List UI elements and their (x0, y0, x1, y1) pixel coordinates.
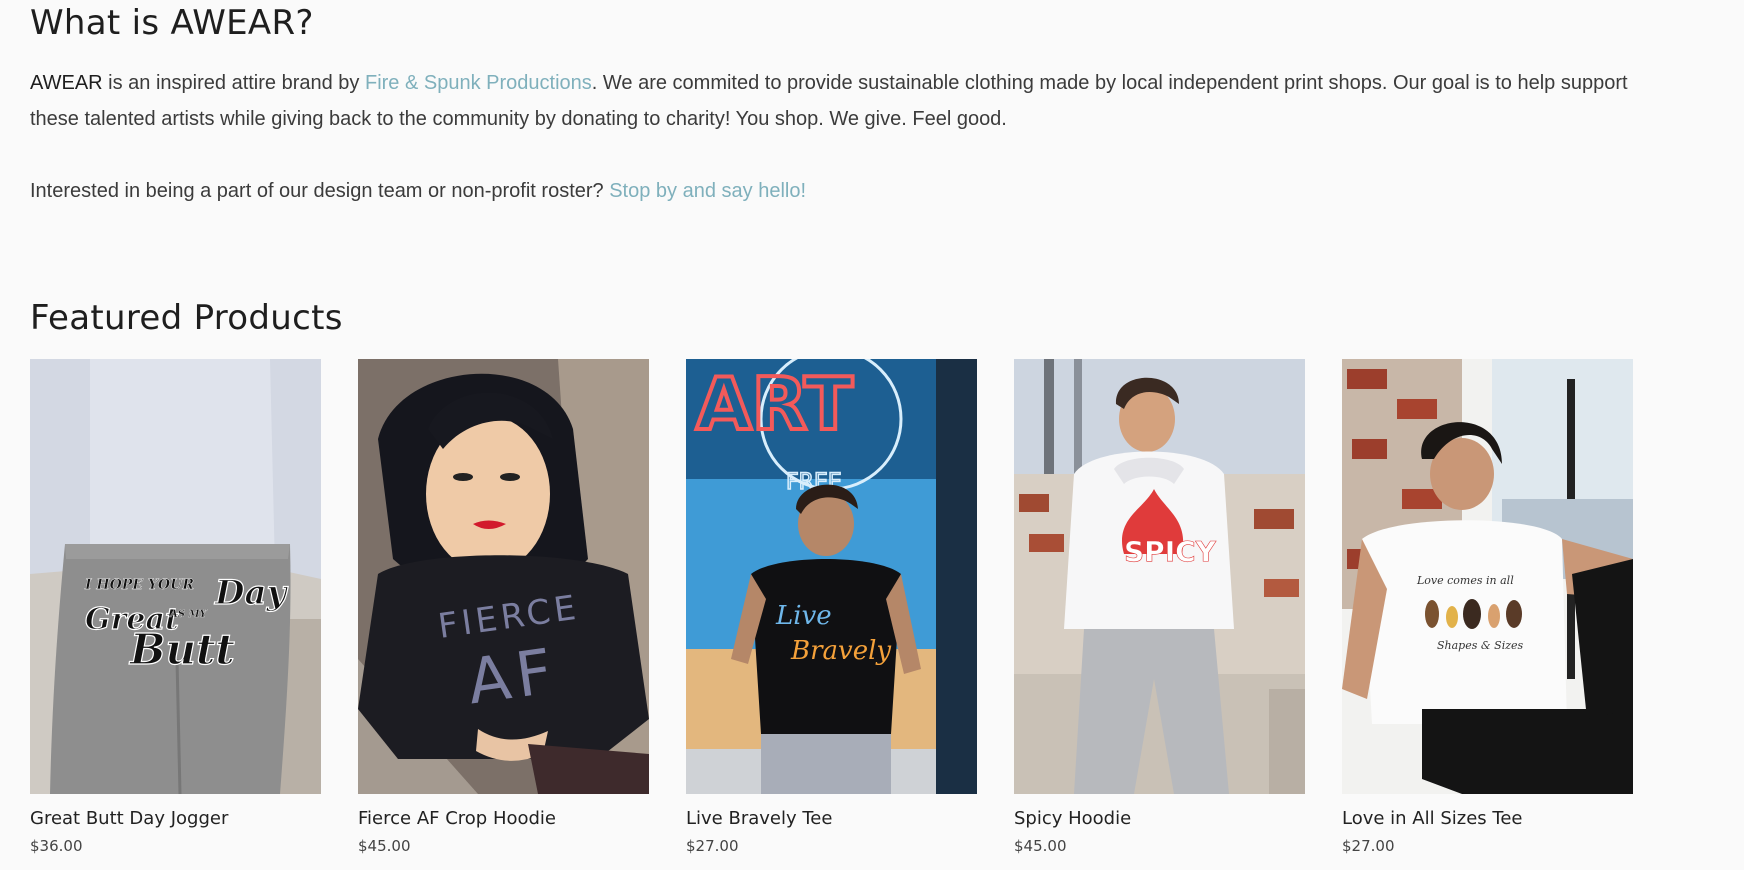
product-grid: I HOPE YOUR Day Great AS MY Butt Great B… (30, 359, 1633, 856)
product-name[interactable]: Fierce AF Crop Hoodie (358, 806, 649, 832)
product-price: $27.00 (1342, 837, 1395, 855)
product-name[interactable]: Great Butt Day Jogger (30, 806, 321, 832)
product-card[interactable]: Love comes in all Shapes & Sizes Love in… (1342, 359, 1633, 856)
svg-text:AS MY: AS MY (169, 609, 208, 620)
contact-link[interactable]: Stop by and say hello! (609, 180, 806, 202)
product-name[interactable]: Live Bravely Tee (686, 806, 977, 832)
product-image[interactable]: I HOPE YOUR Day Great AS MY Butt (30, 359, 321, 794)
svg-text:Butt: Butt (129, 625, 235, 674)
product-image[interactable]: SPICY (1014, 359, 1305, 794)
svg-text:Love comes in all: Love comes in all (1416, 574, 1514, 587)
join-question: Interested in being a part of our design… (30, 180, 610, 202)
product-image[interactable]: FIERCE AF (358, 359, 649, 794)
tee-photo: ART FREE Live Bravely (686, 359, 977, 794)
love-tee-photo: Love comes in all Shapes & Sizes (1342, 359, 1633, 794)
about-section: What is AWEAR? AWEAR is an inspired atti… (30, 0, 1670, 209)
svg-text:Bravely: Bravely (790, 636, 891, 666)
svg-text:I HOPE YOUR: I HOPE YOUR (84, 577, 194, 593)
neon-sign: ART (696, 362, 853, 446)
product-card[interactable]: SPICY Spicy Hoodie $45.00 (1014, 359, 1305, 856)
about-title: What is AWEAR? (30, 3, 314, 43)
svg-text:Live: Live (775, 601, 832, 631)
spicy-photo: SPICY (1014, 359, 1305, 794)
product-image[interactable]: ART FREE Live Bravely (686, 359, 977, 794)
product-price: $27.00 (686, 837, 739, 855)
page: What is AWEAR? AWEAR is an inspired atti… (0, 0, 1744, 870)
product-image[interactable]: Love comes in all Shapes & Sizes (1342, 359, 1633, 794)
about-text-a: is an inspired attire brand by (102, 72, 365, 94)
svg-text:Day: Day (214, 573, 289, 613)
about-description: AWEAR is an inspired attire brand by Fir… (30, 65, 1670, 137)
join-text: Interested in being a part of our design… (30, 173, 1670, 209)
jogger-photo: I HOPE YOUR Day Great AS MY Butt (30, 359, 321, 794)
featured-title: Featured Products (30, 298, 343, 338)
product-name[interactable]: Spicy Hoodie (1014, 806, 1305, 832)
svg-text:Shapes & Sizes: Shapes & Sizes (1437, 639, 1524, 652)
product-card[interactable]: FIERCE AF Fierce AF Crop Hoodie $45.00 (358, 359, 649, 856)
product-name[interactable]: Love in All Sizes Tee (1342, 806, 1633, 832)
hoodie-photo: FIERCE AF (358, 359, 649, 794)
product-price: $45.00 (358, 837, 411, 855)
brand-name: AWEAR (30, 72, 103, 94)
product-card[interactable]: I HOPE YOUR Day Great AS MY Butt Great B… (30, 359, 321, 856)
product-price: $45.00 (1014, 837, 1067, 855)
product-price: $36.00 (30, 837, 83, 855)
svg-text:SPICY: SPICY (1124, 535, 1217, 568)
product-card[interactable]: ART FREE Live Bravely Live Bravely Tee $… (686, 359, 977, 856)
producer-link[interactable]: Fire & Spunk Productions (365, 72, 592, 94)
svg-text:AF: AF (463, 634, 562, 719)
